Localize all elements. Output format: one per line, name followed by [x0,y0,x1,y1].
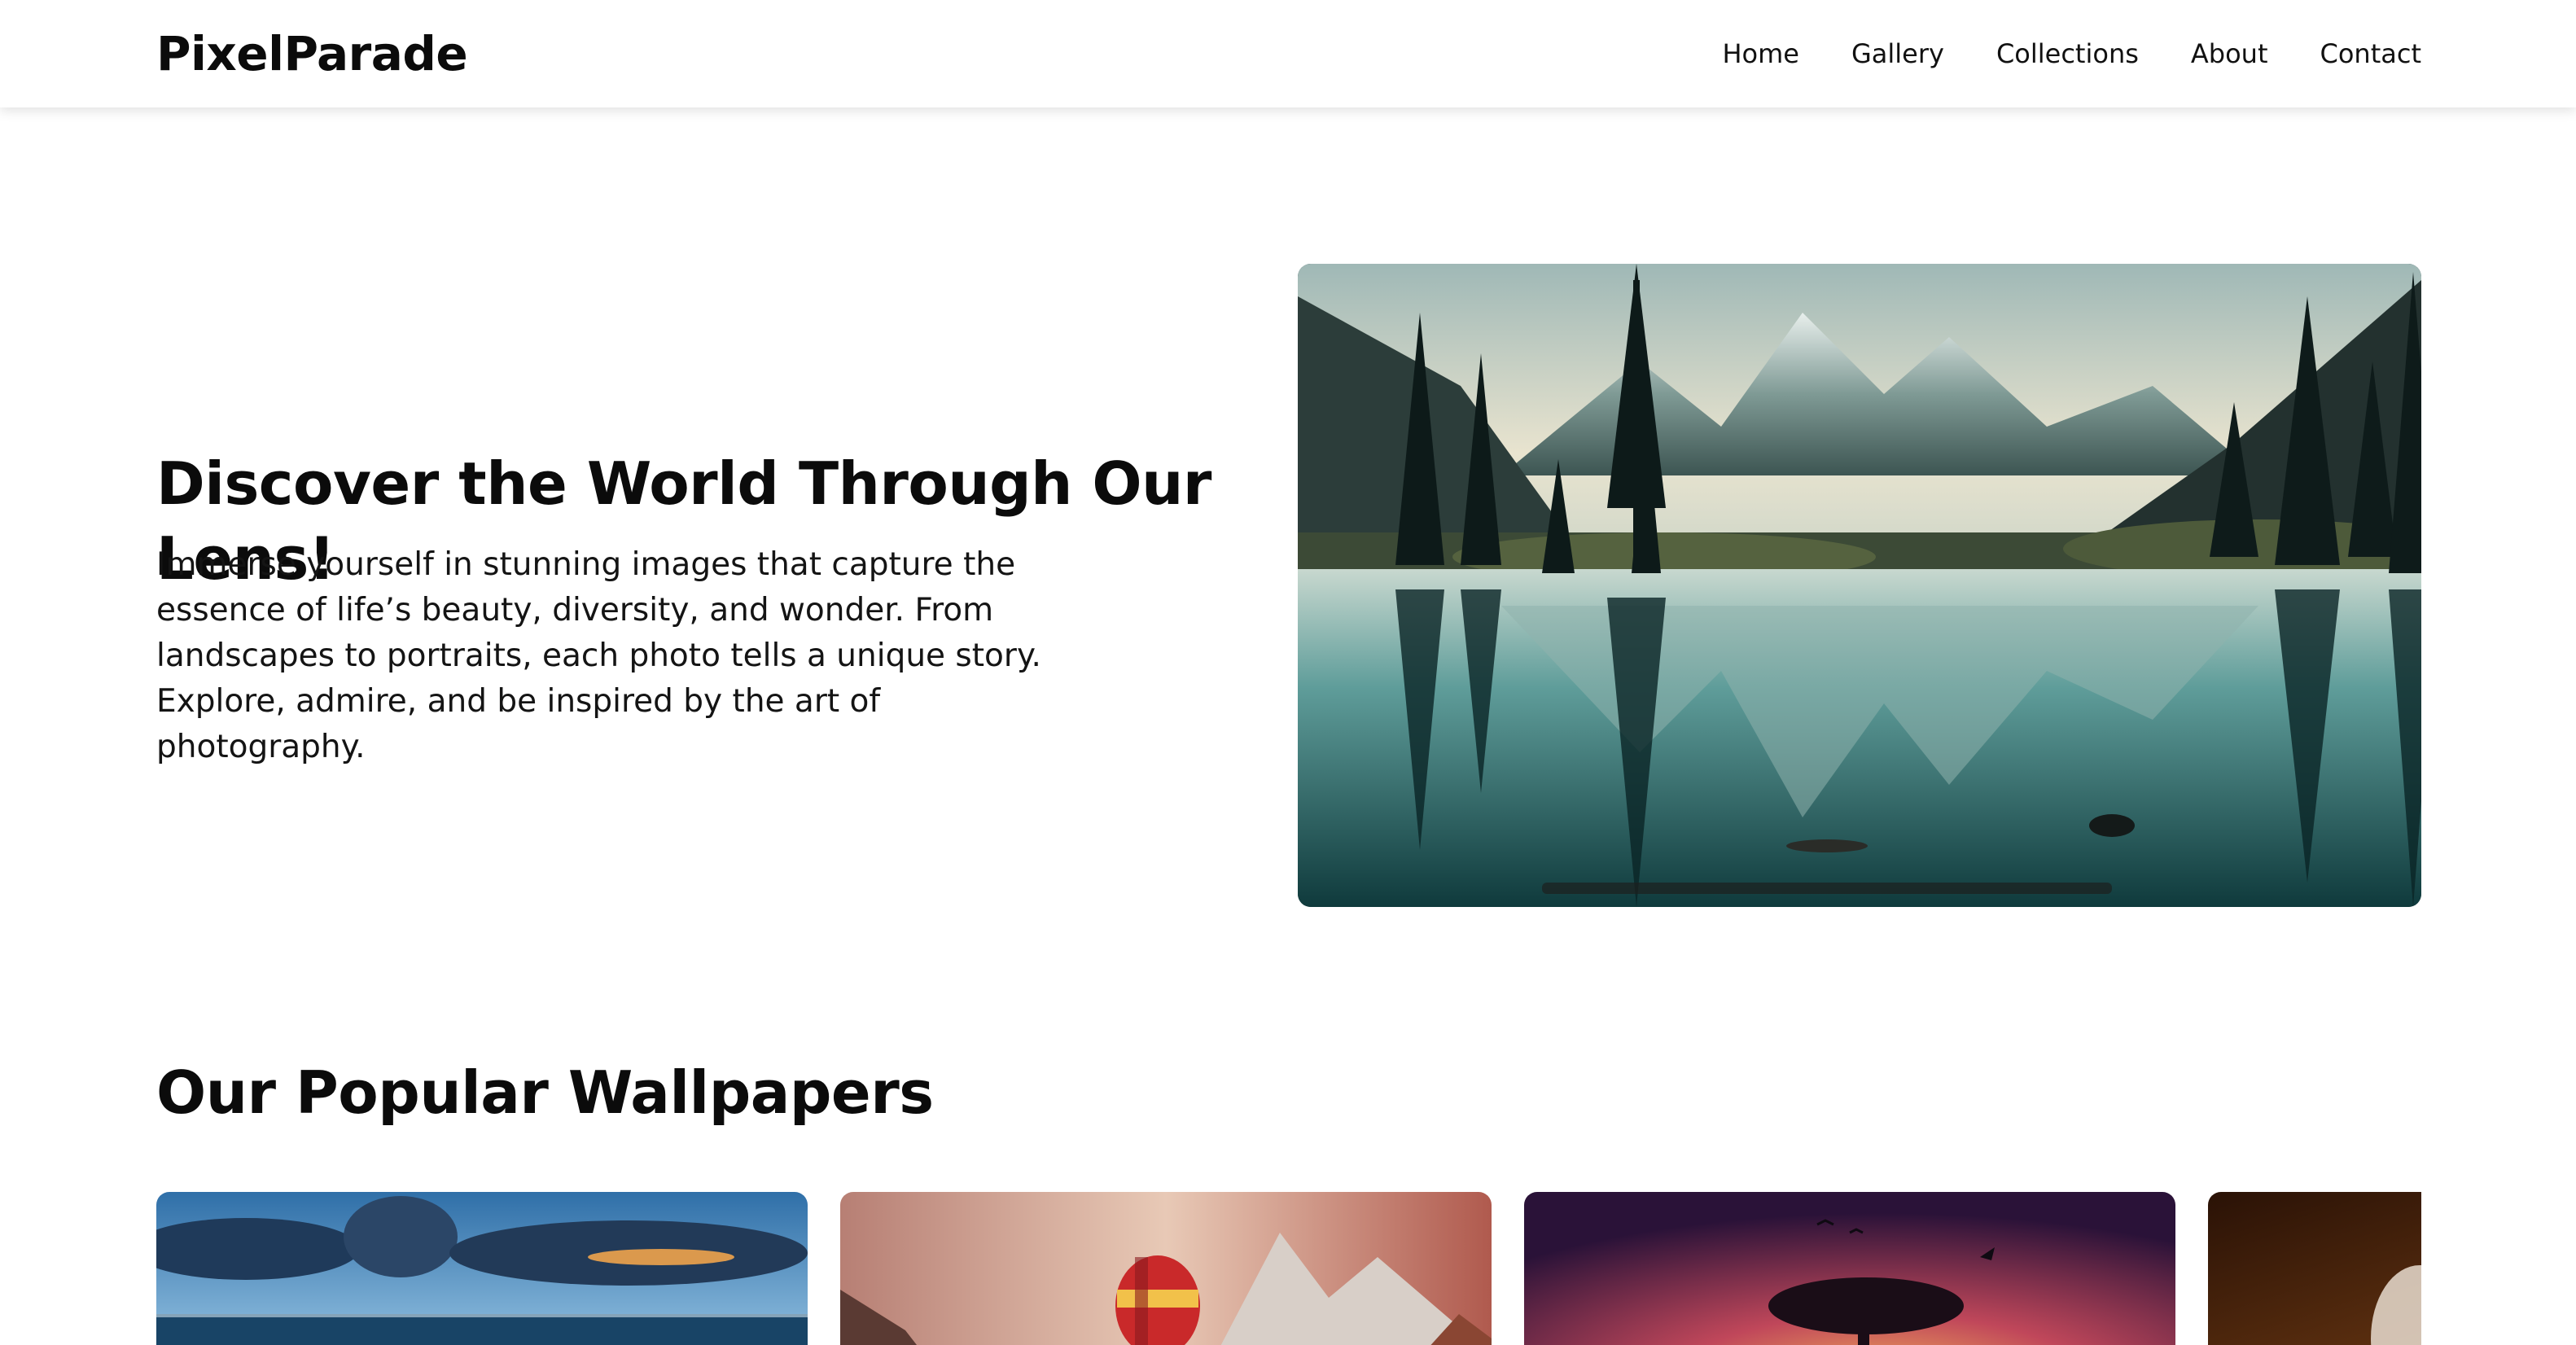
nav-link-about[interactable]: About [2191,36,2268,72]
brand-logo[interactable]: PixelParade [156,24,468,83]
top-navbar: PixelParade Home Gallery Collections Abo… [0,0,2576,107]
nav-link-contact[interactable]: Contact [2320,36,2422,72]
wallpaper-card-tree-silhouette[interactable] [1524,1192,2175,1345]
wallpaper-card-hot-air-balloon[interactable] [840,1192,1492,1345]
hero-image-mountain-lake [1298,264,2421,907]
nav-link-home[interactable]: Home [1722,36,1799,72]
main-nav: Home Gallery Collections About Contact [1722,36,2421,72]
wallpaper-card-warm-abstract[interactable] [2208,1192,2421,1345]
nav-link-gallery[interactable]: Gallery [1851,36,1944,72]
hero-description: Immerse yourself in stunning images that… [156,546,1041,765]
wallpaper-card-ocean-sunset[interactable] [156,1192,808,1345]
popular-wallpapers-heading: Our Popular Wallpapers [156,1058,934,1127]
nav-link-collections[interactable]: Collections [1996,36,2139,72]
wallpaper-card-row [156,1192,2421,1345]
